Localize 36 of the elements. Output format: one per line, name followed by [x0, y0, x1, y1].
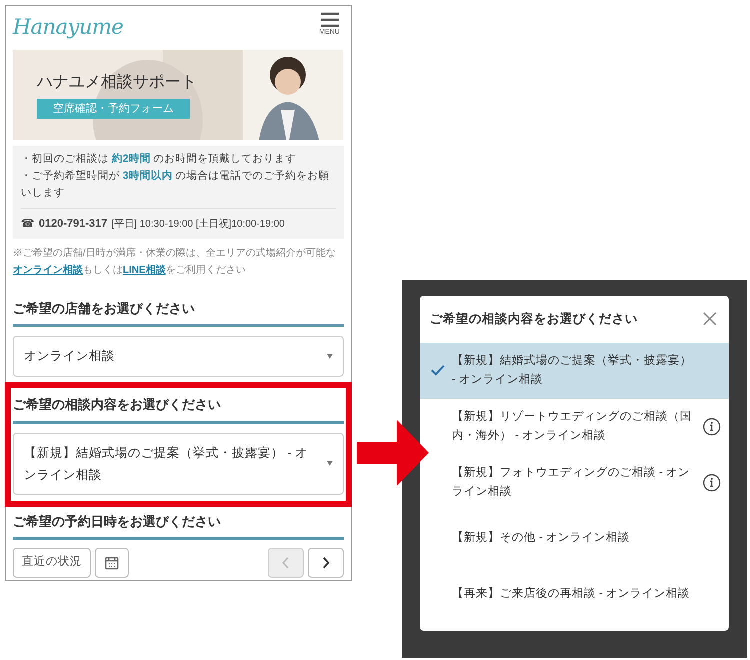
option-item[interactable]: 【新規】結婚式場のご提案（挙式・披露宴） - オンライン相談	[420, 342, 729, 399]
caret-icon	[327, 354, 333, 360]
notice-text: ・初回のご相談は 約2時間 のお時間を頂戴しております	[21, 152, 298, 168]
recent-status-button[interactable]: 直近の状況	[13, 548, 91, 578]
chevron-right-icon	[322, 557, 330, 569]
business-hours: [平日] 10:30-19:00 [土日祝]10:00-19:00	[112, 218, 285, 232]
info-icon[interactable]	[703, 418, 721, 436]
form-badge: 空席確認・予約フォーム	[37, 98, 190, 120]
phone-icon: ☎	[21, 216, 35, 233]
online-consultation-link[interactable]: オンライン相談	[13, 264, 83, 276]
section-title: ご希望の店舗をお選びください	[13, 298, 344, 328]
option-label: 【再来】ご来店後の再相談 - オンライン相談	[452, 586, 692, 602]
select-field[interactable]: 【新規】結婚式場のご提案（挙式・披露宴） - オンライン相談	[13, 432, 344, 494]
caret-icon	[327, 461, 333, 466]
pointer-arrow	[357, 420, 429, 486]
option-label: 【新規】フォトウエディングのご相談 - オンライン相談	[452, 465, 692, 500]
next-button[interactable]	[308, 548, 344, 578]
calendar-button[interactable]	[95, 548, 129, 578]
phone-number: 0120-791-317	[39, 217, 108, 232]
logo: Hanayume	[13, 14, 124, 41]
note-text: ※ご希望の店舗/日時が満席・休業の際は、全エリアの式場紹介が可能な オンライン相談もしくはLINE相談をご利用ください	[13, 246, 337, 278]
notice-text: ・ご予約希望時間が 3時間以内 の場合は電話でのご予約をお願いします	[21, 169, 331, 202]
line-consultation-link[interactable]: LINE相談	[123, 264, 166, 276]
option-label: 【新規】結婚式場のご提案（挙式・披露宴） - オンライン相談	[452, 353, 693, 388]
chevron-left-icon	[282, 557, 290, 569]
select-field[interactable]: オンライン相談	[13, 336, 344, 377]
option-label: 【新規】その他 - オンライン相談	[452, 530, 632, 546]
info-icon[interactable]	[703, 474, 721, 492]
section-title: ご希望の相談内容をお選びください	[13, 395, 344, 424]
option-label: 【新規】リゾートウエディングのご相談（国内・海外） - オンライン相談	[452, 409, 693, 444]
section-title: ご希望の予約日時をお選びください	[13, 512, 344, 540]
check-icon	[431, 365, 445, 376]
modal-title: ご希望の相談内容をお選びください	[430, 311, 638, 328]
close-button[interactable]	[701, 310, 719, 328]
calendar-icon	[105, 556, 119, 570]
banner-title: ハナユメ相談サポート	[37, 72, 198, 93]
